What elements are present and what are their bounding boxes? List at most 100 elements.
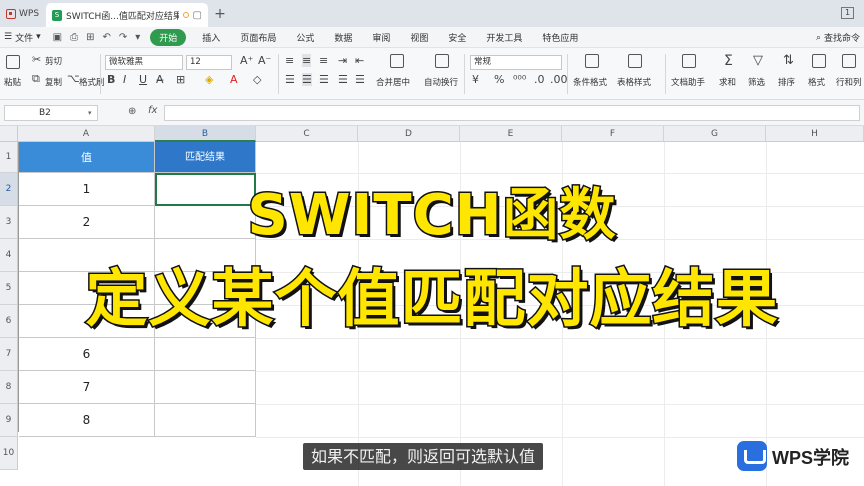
tab-review[interactable]: 审阅 xyxy=(362,31,400,44)
column-header-a[interactable]: A xyxy=(18,126,155,142)
paste-icon[interactable] xyxy=(6,55,20,69)
merge-center-icon[interactable] xyxy=(390,54,404,68)
column-header-f[interactable]: F xyxy=(562,126,664,142)
sort-icon[interactable]: ⇅ xyxy=(783,53,794,68)
conditional-format-icon[interactable] xyxy=(585,54,599,68)
format-painter-icon[interactable]: ⌥ xyxy=(67,72,80,85)
cut-label[interactable]: 剪切 xyxy=(45,55,62,67)
align-left-icon[interactable]: ☰ xyxy=(285,73,295,86)
copy-icon[interactable]: ⧉ xyxy=(32,72,40,86)
decrease-decimal-icon[interactable]: .00 xyxy=(550,73,568,86)
tab-special[interactable]: 特色应用 xyxy=(532,31,588,44)
cell-b7[interactable] xyxy=(155,338,256,371)
font-color-icon[interactable]: A xyxy=(230,73,238,86)
print-icon[interactable]: ⎙ xyxy=(66,32,82,43)
row-col-icon[interactable] xyxy=(842,54,856,68)
scissors-icon[interactable]: ✂ xyxy=(32,53,41,66)
tab-data[interactable]: 数据 xyxy=(324,31,362,44)
merge-center-label[interactable]: 合并居中 xyxy=(376,76,410,88)
justify-icon[interactable]: ☰ xyxy=(338,73,348,86)
grow-font-icon[interactable]: A⁺ xyxy=(240,54,253,67)
app-home-tab[interactable]: WPS xyxy=(0,0,46,27)
row-header-9[interactable]: 9 xyxy=(0,404,18,437)
command-search[interactable]: ⌕ 查找命令 xyxy=(816,31,860,45)
copy-label[interactable]: 复制 xyxy=(45,76,62,88)
align-right-icon[interactable]: ☰ xyxy=(319,73,329,86)
cell-a1-header[interactable]: 值 xyxy=(19,142,155,173)
distribute-icon[interactable]: ☰ xyxy=(355,73,365,86)
column-header-g[interactable]: G xyxy=(664,126,766,142)
column-header-b[interactable]: B xyxy=(155,126,256,142)
format-label[interactable]: 格式 xyxy=(808,76,825,88)
cell-a8[interactable]: 7 xyxy=(19,371,155,404)
cell-a7[interactable]: 6 xyxy=(19,338,155,371)
tab-formulas[interactable]: 公式 xyxy=(286,31,324,44)
currency-icon[interactable]: ¥ xyxy=(472,73,479,86)
increase-decimal-icon[interactable]: .0 xyxy=(534,73,545,86)
tab-security[interactable]: 安全 xyxy=(438,31,476,44)
preview-icon[interactable]: ⊞ xyxy=(82,32,98,43)
chevron-down-icon[interactable]: ▾ xyxy=(88,109,92,117)
strikethrough-icon[interactable]: A̶ xyxy=(156,73,164,86)
indent-icon[interactable]: ⇥ xyxy=(338,54,347,67)
bold-icon[interactable]: B xyxy=(107,73,115,86)
name-box[interactable]: B2 xyxy=(4,105,98,121)
cell-a9[interactable]: 8 xyxy=(19,404,155,437)
formula-input[interactable] xyxy=(164,105,860,121)
tab-view[interactable]: 视图 xyxy=(400,31,438,44)
row-header-8[interactable]: 8 xyxy=(0,371,18,404)
tab-page-layout[interactable]: 页面布局 xyxy=(230,31,286,44)
tab-start[interactable]: 开始 xyxy=(150,28,187,46)
column-header-e[interactable]: E xyxy=(460,126,562,142)
align-top-icon[interactable]: ≡ xyxy=(285,54,294,67)
underline-icon[interactable]: U xyxy=(139,73,147,86)
save-icon[interactable]: ▣ xyxy=(49,32,66,43)
clear-format-icon[interactable]: ◇ xyxy=(253,73,261,86)
number-format-select[interactable]: 常规 xyxy=(470,55,562,70)
sum-label[interactable]: 求和 xyxy=(719,76,736,88)
row-col-label[interactable]: 行和列 xyxy=(836,76,862,88)
cell-b9[interactable] xyxy=(155,404,256,437)
table-style-icon[interactable] xyxy=(628,54,642,68)
tab-developer[interactable]: 开发工具 xyxy=(476,31,532,44)
align-bottom-icon[interactable]: ≡ xyxy=(319,54,328,67)
cell-b8[interactable] xyxy=(155,371,256,404)
redo-icon[interactable]: ↷ xyxy=(115,32,131,43)
table-style-label[interactable]: 表格样式 xyxy=(617,76,651,88)
doc-helper-label[interactable]: 文档助手 xyxy=(671,76,705,88)
border-icon[interactable]: ⊞ xyxy=(176,73,185,86)
filter-label[interactable]: 筛选 xyxy=(748,76,765,88)
filter-icon[interactable]: ▽ xyxy=(753,53,763,68)
percent-icon[interactable]: % xyxy=(494,73,504,86)
sum-icon[interactable]: Σ xyxy=(724,53,733,69)
select-all-corner[interactable] xyxy=(0,126,18,142)
align-center-icon[interactable]: ☰ xyxy=(302,73,312,86)
new-tab-button[interactable]: + xyxy=(208,0,232,27)
wrap-text-label[interactable]: 自动换行 xyxy=(424,76,458,88)
window-count-badge[interactable]: 1 xyxy=(841,7,854,19)
fill-color-icon[interactable]: ◈ xyxy=(205,73,213,86)
column-header-c[interactable]: C xyxy=(256,126,358,142)
document-tab[interactable]: S SWITCH函...值匹配对应结果 ▢ xyxy=(46,3,208,27)
row-header-7[interactable]: 7 xyxy=(0,338,18,371)
sort-label[interactable]: 排序 xyxy=(778,76,795,88)
align-middle-icon[interactable]: ≡ xyxy=(302,54,312,67)
outdent-icon[interactable]: ⇤ xyxy=(355,54,364,67)
conditional-format-label[interactable]: 条件格式 xyxy=(573,76,607,88)
wrap-text-icon[interactable] xyxy=(435,54,449,68)
column-header-d[interactable]: D xyxy=(358,126,460,142)
cell-b1-header[interactable]: 匹配结果 xyxy=(155,142,256,173)
quick-access-chevron-icon[interactable]: ▾ xyxy=(131,32,144,43)
format-icon[interactable] xyxy=(812,54,826,68)
fx-icon[interactable]: fx xyxy=(148,105,157,116)
thousands-icon[interactable]: ⁰⁰⁰ xyxy=(513,73,526,86)
zoom-icon[interactable]: ⊕ xyxy=(128,106,136,117)
tab-insert[interactable]: 插入 xyxy=(192,31,230,44)
row-header-10[interactable]: 10 xyxy=(0,437,18,470)
paste-label[interactable]: 粘贴 xyxy=(4,76,21,88)
file-menu[interactable]: ☰ 文件 ▾ xyxy=(4,31,49,44)
shrink-font-icon[interactable]: A⁻ xyxy=(258,54,271,67)
font-size-select[interactable]: 12 xyxy=(186,55,232,70)
undo-icon[interactable]: ↶ xyxy=(98,32,114,43)
font-family-select[interactable]: 微软雅黑 xyxy=(105,55,183,70)
